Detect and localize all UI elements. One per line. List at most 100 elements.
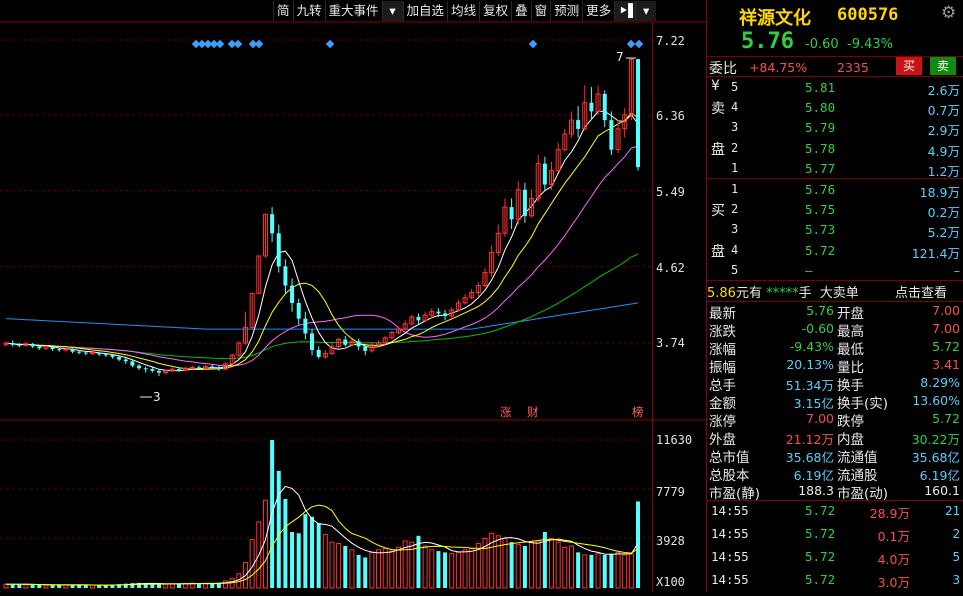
price-tick-label: 4.62 bbox=[656, 261, 685, 275]
price-tick-label: 3.74 bbox=[656, 336, 685, 350]
ask-level: 4 bbox=[731, 100, 739, 115]
ma60-line bbox=[5, 253, 639, 360]
candle-body bbox=[270, 214, 275, 234]
event-marker bbox=[233, 39, 243, 49]
event-tag-bang[interactable]: 榜 bbox=[632, 404, 644, 420]
stat-label: 总手 bbox=[709, 378, 736, 394]
stat-label: 流通值 bbox=[837, 450, 878, 466]
bid-level: 1 bbox=[731, 182, 739, 196]
candle-body bbox=[343, 339, 348, 345]
kline-svg[interactable] bbox=[0, 0, 706, 592]
volume-bar bbox=[568, 545, 574, 589]
volume-bar bbox=[469, 548, 475, 589]
high-marker-label: 7 bbox=[616, 50, 624, 64]
event-tag-zhang[interactable]: 涨 bbox=[500, 404, 512, 420]
candle-body bbox=[57, 349, 62, 351]
tick-volume: 4.0万 bbox=[877, 552, 910, 567]
ask-volume: 2.9万 bbox=[927, 123, 960, 139]
volume-bar bbox=[316, 523, 321, 588]
kline-chart[interactable]: 7.22 6.36 5.49 4.62 3.74 11630 7779 3928… bbox=[0, 0, 706, 592]
stat-value: 160.1 bbox=[924, 483, 960, 498]
ask-volume: 4.9万 bbox=[927, 143, 960, 159]
bid-side-label: 盘 bbox=[711, 243, 725, 260]
candle-body bbox=[290, 285, 295, 303]
bid-price: – bbox=[805, 262, 813, 278]
candle-body bbox=[150, 369, 155, 371]
volume-bar bbox=[203, 583, 209, 589]
event-marker bbox=[528, 39, 538, 49]
candle-body bbox=[83, 352, 88, 354]
tick-time: 14:55 bbox=[711, 549, 749, 564]
volume-bar bbox=[329, 541, 335, 589]
divider bbox=[707, 301, 963, 302]
event-tag-cai[interactable]: 财 bbox=[527, 404, 539, 420]
current-price: 5.76 bbox=[741, 29, 794, 54]
volume-bar bbox=[396, 546, 402, 589]
volume-bar bbox=[455, 551, 461, 589]
tick-time: 14:55 bbox=[711, 572, 749, 587]
volume-bar bbox=[290, 532, 295, 588]
stat-value: 7.00 bbox=[932, 321, 960, 336]
volume-bar bbox=[542, 532, 547, 588]
candle-body bbox=[416, 316, 421, 321]
stat-value: 7.00 bbox=[932, 303, 960, 318]
stat-label: 涨幅 bbox=[709, 342, 736, 358]
stat-label: 总市值 bbox=[709, 450, 750, 466]
quote-panel: 祥源文化 600576 ⚙ 5.76 -0.60 -9.43% 委比 +84.7… bbox=[706, 0, 963, 592]
ma5-line bbox=[5, 110, 639, 372]
stat-label: 开盘 bbox=[837, 306, 864, 322]
stat-value: 6.19亿 bbox=[919, 468, 960, 483]
bid-price: 5.75 bbox=[805, 202, 836, 218]
big-order-link[interactable]: 点击查看 bbox=[895, 282, 947, 301]
volume-bar bbox=[529, 541, 535, 589]
candle-body bbox=[210, 366, 215, 368]
candle-body bbox=[77, 351, 82, 353]
stock-name: 祥源文化 bbox=[739, 8, 811, 29]
stat-value: 30.22万 bbox=[911, 432, 960, 447]
volume-bar bbox=[343, 546, 348, 588]
candle-body bbox=[283, 266, 288, 286]
candle-body bbox=[117, 356, 122, 360]
candle-body bbox=[70, 349, 75, 352]
volume-bar bbox=[283, 498, 288, 588]
buy-button[interactable]: 买 bbox=[896, 57, 922, 75]
stat-label: 市盈(动) bbox=[837, 486, 889, 502]
volume-bar bbox=[97, 585, 102, 588]
gear-icon[interactable]: ⚙ bbox=[941, 3, 956, 23]
volume-bar bbox=[363, 557, 368, 588]
stat-value: 35.68亿 bbox=[785, 450, 834, 465]
volume-bar bbox=[562, 546, 568, 589]
candle-body bbox=[97, 352, 102, 355]
volume-bar bbox=[522, 546, 527, 588]
volume-bar bbox=[103, 585, 108, 588]
price-change-pct: -9.43% bbox=[847, 37, 893, 52]
candle-body bbox=[143, 368, 148, 370]
stat-label: 市盈(静) bbox=[709, 486, 761, 502]
stat-value: 3.15亿 bbox=[793, 396, 834, 411]
divider bbox=[707, 280, 963, 281]
stat-value: 51.34万 bbox=[785, 378, 834, 393]
volume-bar bbox=[296, 533, 301, 588]
stat-label: 外盘 bbox=[709, 432, 736, 448]
sell-button[interactable]: 卖 bbox=[930, 57, 956, 75]
stat-label: 金额 bbox=[709, 396, 736, 412]
bid-volume: – bbox=[953, 262, 960, 278]
volume-bar bbox=[582, 554, 588, 589]
tick-volume: 3.0万 bbox=[877, 575, 910, 590]
candle-body bbox=[176, 369, 181, 371]
volume-bar bbox=[336, 542, 342, 589]
volume-bar bbox=[589, 554, 594, 588]
tick-price: 5.72 bbox=[805, 526, 836, 541]
stat-label: 流通股 bbox=[837, 468, 878, 484]
stat-value: 13.60% bbox=[912, 393, 960, 408]
tick-price: 5.72 bbox=[805, 503, 836, 518]
tick-volume: 28.9万 bbox=[869, 506, 910, 521]
volume-bar bbox=[223, 580, 229, 589]
candle-body bbox=[123, 359, 128, 362]
candle-body bbox=[130, 361, 135, 366]
volume-bar bbox=[615, 551, 621, 589]
volume-bar bbox=[37, 584, 42, 588]
candle-body bbox=[303, 318, 308, 334]
volume-bar bbox=[502, 537, 508, 589]
candle-body bbox=[576, 120, 581, 129]
